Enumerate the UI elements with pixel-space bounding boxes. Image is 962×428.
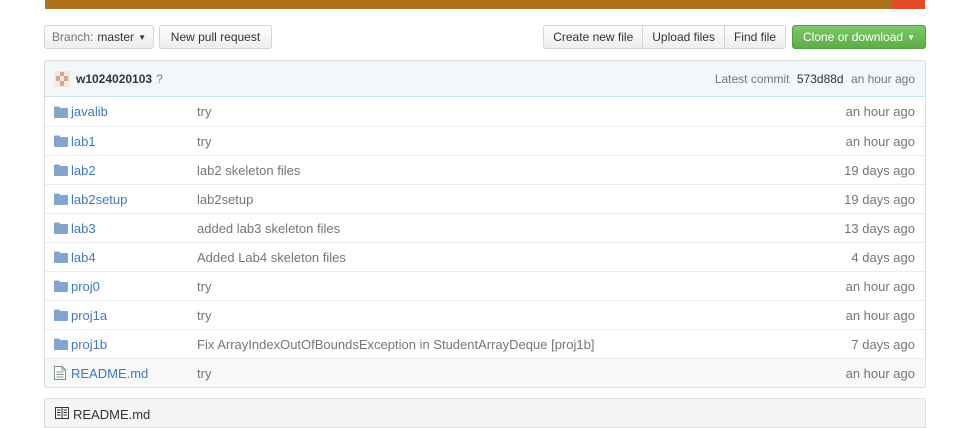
file-row: lab3 added lab3 skeleton files 13 days ago (45, 213, 925, 242)
commit-age: an hour ago (850, 71, 915, 86)
file-navigation: Branch: master ▼ New pull request Create… (44, 25, 926, 49)
file-age: 19 days ago (844, 162, 915, 178)
file-name-link[interactable]: javalib (70, 104, 197, 119)
file-name-link[interactable]: README.md (70, 366, 197, 381)
file-row: lab2setup lab2setup 19 days ago (45, 184, 925, 213)
file-row: javalib try an hour ago (45, 97, 925, 126)
folder-icon (54, 192, 70, 206)
file-row: proj0 try an hour ago (45, 271, 925, 300)
book-icon (55, 407, 69, 419)
folder-icon (54, 105, 70, 119)
language-bar (45, 0, 925, 9)
commit-message-link[interactable]: added lab3 skeleton files (197, 221, 844, 236)
file-row: proj1a try an hour ago (45, 300, 925, 329)
file-age: 4 days ago (851, 249, 915, 265)
commit-sha[interactable]: 573d88d (797, 72, 844, 86)
language-bar-segment (45, 0, 893, 9)
file-age: 19 days ago (844, 191, 915, 207)
caret-down-icon: ▼ (907, 32, 915, 42)
file-row: lab4 Added Lab4 skeleton files 4 days ago (45, 242, 925, 271)
file-row: lab1 try an hour ago (45, 126, 925, 155)
clone-or-download-button[interactable]: Clone or download ▼ (792, 25, 926, 49)
branch-name: master (97, 30, 135, 44)
file-age: an hour ago (845, 104, 915, 119)
file-rows: javalib try an hour ago lab1 try an hour ago l… (45, 97, 925, 387)
folder-icon (54, 279, 70, 293)
new-pull-request-button[interactable]: New pull request (159, 25, 272, 49)
file-icon (54, 366, 70, 380)
language-bar-segment (892, 0, 925, 9)
readme-header: README.md (44, 398, 926, 428)
file-row: lab2 lab2 skeleton files 19 days ago (45, 155, 925, 184)
file-row: proj1b Fix ArrayIndexOutOfBoundsException… (45, 329, 925, 358)
avatar[interactable] (54, 70, 70, 87)
file-age: an hour ago (845, 307, 915, 323)
commit-message-link[interactable]: Fix ArrayIndexOutOfBoundsException in St… (197, 337, 851, 352)
commit-author[interactable]: w1024020103 (76, 72, 152, 86)
file-list: w1024020103 ? Latest commit 573d88d an h… (44, 60, 926, 388)
file-row: README.md try an hour ago (45, 358, 925, 387)
folder-icon (54, 250, 70, 264)
file-actions-group: Create new file Upload files Find file (543, 25, 786, 49)
commit-tease: w1024020103 ? Latest commit 573d88d an h… (45, 61, 925, 97)
file-age: an hour ago (845, 278, 915, 294)
folder-icon (54, 163, 70, 177)
folder-icon (54, 221, 70, 235)
file-name-link[interactable]: proj0 (70, 279, 197, 294)
file-name-link[interactable]: proj1a (70, 308, 197, 323)
file-age: 13 days ago (844, 220, 915, 236)
commit-message-link[interactable]: try (197, 134, 846, 149)
commit-message-link[interactable]: Added Lab4 skeleton files (197, 250, 851, 265)
file-name-link[interactable]: lab2 (70, 163, 197, 178)
branch-select-button[interactable]: Branch: master ▼ (44, 25, 154, 49)
clone-label: Clone or download (803, 30, 904, 44)
commit-message-link[interactable]: try (197, 104, 846, 119)
file-name-link[interactable]: lab3 (70, 221, 197, 236)
file-name-link[interactable]: lab1 (70, 134, 197, 149)
folder-icon (54, 337, 70, 351)
commit-message-link[interactable]: try (197, 366, 846, 381)
create-new-file-button[interactable]: Create new file (543, 25, 644, 49)
file-name-link[interactable]: proj1b (70, 337, 197, 352)
commit-message-link[interactable]: lab2 skeleton files (197, 163, 844, 178)
file-age: an hour ago (845, 365, 915, 381)
folder-icon (54, 134, 70, 148)
latest-commit: Latest commit 573d88d an hour ago (715, 72, 915, 86)
folder-icon (54, 308, 70, 322)
file-age: 7 days ago (851, 336, 915, 352)
file-age: an hour ago (845, 133, 915, 149)
upload-files-button[interactable]: Upload files (642, 25, 725, 49)
commit-message-link[interactable]: try (197, 308, 846, 323)
file-name-link[interactable]: lab2setup (70, 192, 197, 207)
file-name-link[interactable]: lab4 (70, 250, 197, 265)
find-file-button[interactable]: Find file (723, 25, 786, 49)
latest-commit-label: Latest commit (714, 71, 790, 86)
branch-label: Branch: (52, 30, 94, 44)
commit-message-toggle[interactable]: ? (156, 72, 163, 86)
commit-message-link[interactable]: try (197, 279, 846, 294)
commit-message-link[interactable]: lab2setup (197, 192, 844, 207)
caret-down-icon: ▼ (138, 32, 146, 42)
